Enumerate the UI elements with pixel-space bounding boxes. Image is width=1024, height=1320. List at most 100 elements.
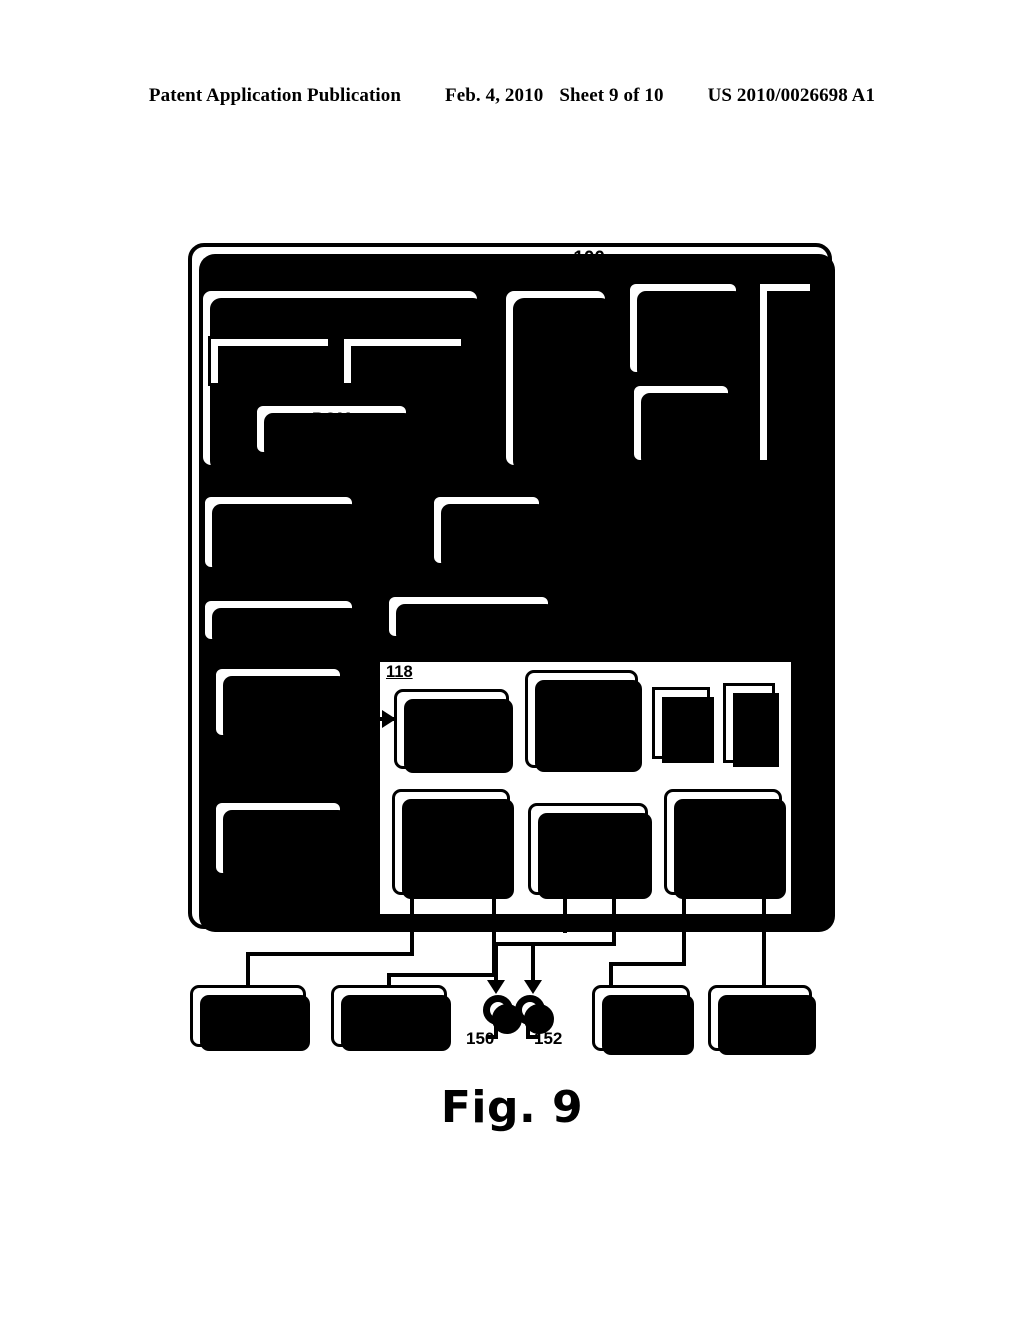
memory-controller-ref: 110 (473, 538, 499, 556)
memory-controller-box[interactable]: Memory Controller 110 (431, 494, 546, 570)
usb128-exit-right (762, 917, 766, 933)
memctrl-memory-bus-left (474, 566, 478, 594)
video-encoder-codec-box[interactable]: Video Encoder/ Video Codec 114 (627, 281, 743, 379)
audio-codec-box[interactable]: Audio Codec 132 (631, 383, 735, 467)
memory-label: Memory (424, 607, 480, 626)
controller1-route-down (246, 952, 250, 985)
multimedia-console-title: Multimedia Console 100 (188, 248, 832, 270)
memory-unit-route-horizontal (609, 962, 686, 966)
controller2-route-horizontal (387, 973, 495, 977)
power-supply-label-line1: System Power (231, 505, 326, 523)
video-encoder-label-line1: Video (665, 292, 701, 310)
controller-142-2-box[interactable]: Controller 142(2) (331, 985, 451, 1051)
wireless-adapter-box[interactable]: Wireless Adapter 148 (708, 985, 816, 1055)
system-memory-label-line2: Memory (252, 693, 304, 710)
front-panel-label-line2: I/O (578, 832, 598, 849)
media-drive-label-line2: Drive (260, 829, 296, 846)
memory-unit-label-line1: Memory (615, 991, 667, 1009)
gpu-label-line2: Processing (514, 359, 597, 378)
controller-142-2-ref-num: 2 (397, 1016, 407, 1034)
console-title-text: Multimedia Console (415, 248, 569, 269)
io-subsystem-ref-label: 118 (386, 663, 413, 682)
controller2-route-down (387, 973, 391, 985)
connector-150-line (494, 942, 498, 985)
gpu-memctrl-bus-left (513, 468, 517, 496)
rom-label: ROM (311, 410, 352, 429)
front-panel-io-subassembly-box[interactable]: Front Panel I/O Subassembly 130 (528, 803, 652, 899)
audio-codec-io-bus (702, 463, 706, 660)
level-2-cache-box[interactable]: Level 2 Cache 104 (341, 336, 468, 390)
av-port-ref: 140 (771, 381, 799, 400)
connector-152-ref: 152 (534, 1029, 563, 1048)
gpu-ref: 108 (541, 396, 570, 415)
gpu-io-bus-left (577, 468, 581, 660)
graphics-processing-unit-box[interactable]: Graphics Processing Unit 108 (503, 288, 612, 472)
usb-126-label-line2: Controller (415, 833, 487, 850)
usb-126-ref: 126 (437, 850, 465, 869)
usb-126-label-line1: USB (433, 814, 469, 833)
level-1-cache-label: Level 1 Cache (230, 345, 309, 361)
io-controller-label-line1: I/O (440, 701, 463, 720)
media-drive-path-horizontal (357, 833, 371, 837)
memory-unit-route-down (609, 962, 613, 985)
usb-128-label-line1: USB (705, 814, 741, 833)
usb-controller-128-box[interactable]: USB Controller 128 (664, 789, 786, 899)
io-controller-label-line2: Controller (415, 720, 488, 737)
usb-128-ref: 128 (709, 850, 737, 869)
av-port-box[interactable]: A/V Port 140 (757, 281, 817, 467)
system-management-controller-box[interactable]: System Management Controller 122 (525, 670, 642, 772)
connector-bus-horizontal (494, 942, 614, 946)
system-power-supply-module-box[interactable]: System Power Supply Module 136 (202, 494, 359, 574)
system-memory-arrow-right (364, 671, 378, 689)
wireless-adapter-ref: 148 (747, 1026, 773, 1044)
front-panel-exit-right (612, 917, 616, 933)
rom-box[interactable]: ROM 106 (254, 403, 413, 459)
controller-142-2-ref: 142(2) (367, 1015, 412, 1034)
memory-box[interactable]: Memory 112 (386, 594, 555, 643)
nw-if-label-line1: NW (735, 696, 763, 714)
controller-142-1-ref-prefix: 142( (225, 1016, 257, 1034)
cpu-gpu-bus-line-upper (481, 334, 503, 338)
io-controller-ref: 120 (437, 737, 466, 756)
fan-box[interactable]: Fan 138 (202, 598, 359, 646)
console-title-ref: 100 (573, 248, 605, 269)
usb-controller-126-box[interactable]: USB Controller 126 (392, 789, 514, 899)
io-subsystem-ref: 118 (386, 663, 413, 681)
level-1-cache-box[interactable]: Level 1 Cache 102 (208, 336, 335, 390)
video-encoder-ref: 114 (670, 345, 696, 363)
power-supply-ref: 136 (265, 540, 292, 558)
controller1-route-down-from-bus (410, 933, 414, 956)
usb126-exit-right (492, 917, 496, 933)
system-memory-box[interactable]: System Memory 143 (213, 666, 347, 742)
connector-bus-feed (612, 933, 616, 946)
audio-codec-av-port-bus-lower (732, 422, 757, 426)
controller-142-1-ref-num: 1 (256, 1016, 266, 1034)
front-panel-ref: 130 (575, 865, 601, 882)
connector-150-ring[interactable] (483, 995, 522, 1034)
controller-142-1-box[interactable]: Controller 142(1) (190, 985, 310, 1051)
smc-ref: 122 (568, 736, 595, 754)
memory-unit-ref: 146 (628, 1026, 654, 1044)
controller-142-1-ref: 142(1) (226, 1015, 271, 1034)
system-memory-ref: 143 (265, 710, 291, 728)
io-controller-box[interactable]: I/O Controller 120 (394, 689, 513, 773)
wireless-adapter-route-down (762, 933, 766, 985)
connector-152-ring[interactable] (515, 995, 554, 1034)
audio-label: Audio (662, 705, 700, 723)
audio-codec-label-line2: Codec (660, 414, 702, 431)
level-1-cache-ref: 102 (257, 360, 282, 377)
memory-controller-label-line2: Controller (447, 521, 526, 538)
system-memory-label-line1: System (254, 675, 302, 693)
media-drive-box[interactable]: Media Drive 144 (213, 800, 347, 880)
media-drive-ref: 144 (265, 846, 291, 864)
audio-box[interactable]: Audio 123 (652, 687, 714, 763)
front-panel-label-line1: Front Panel (551, 816, 625, 833)
memory-unit-box[interactable]: Memory Unit 146 (592, 985, 694, 1055)
network-interface-box[interactable]: NW I/F 124 (723, 683, 779, 767)
gpu-label-line3: Unit (541, 377, 570, 396)
rom-ref: 106 (317, 428, 346, 447)
figure-caption: Fig. 9 (440, 1082, 584, 1133)
fan-label: Fan (249, 610, 275, 629)
controller-142-2-ref-suffix: ) (406, 1016, 412, 1034)
memory-controller-label-line1: Memory (461, 503, 512, 521)
